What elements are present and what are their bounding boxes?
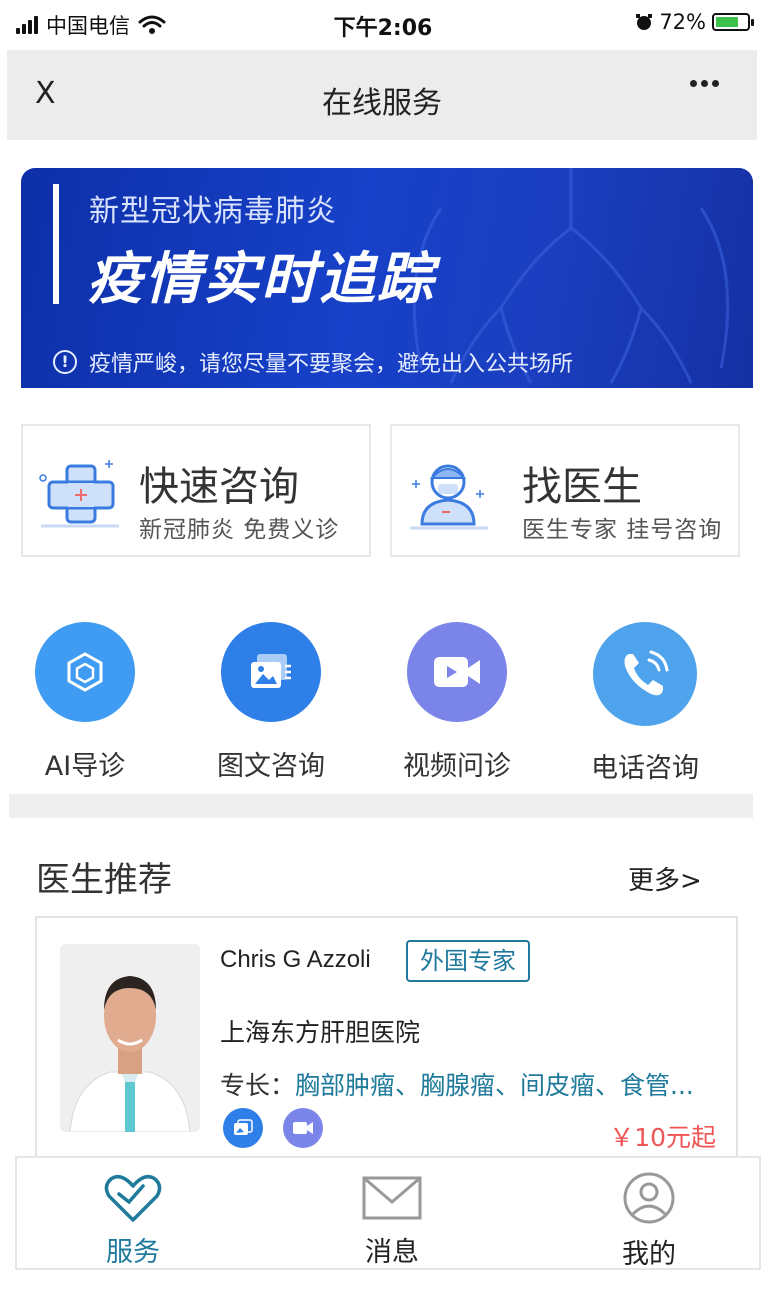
- tab-service[interactable]: 服务: [33, 1158, 233, 1268]
- status-bar: 中国电信 下午2:06 72%: [0, 0, 766, 50]
- mail-icon: [362, 1176, 422, 1220]
- find-doctor-title: 找医生: [522, 464, 642, 510]
- service-phone-consult-label: 电话咨询: [591, 753, 699, 784]
- status-right: 72%: [635, 10, 754, 34]
- video-consult-mini-icon: [283, 1108, 323, 1148]
- doctor-icon: [410, 464, 488, 530]
- banner-title: 疫情实时追踪: [87, 247, 435, 312]
- service-video-consult[interactable]: 视频问诊: [372, 622, 542, 783]
- more-options-icon[interactable]: [690, 80, 719, 87]
- bottom-tab-bar: 服务 消息 我的: [15, 1156, 761, 1270]
- image-consult-mini-icon: [223, 1108, 263, 1148]
- section-divider: [9, 794, 753, 818]
- banner-subtitle: 新型冠状病毒肺炎: [89, 194, 337, 229]
- find-doctor-card[interactable]: 找医生 医生专家 挂号咨询: [390, 424, 740, 557]
- video-icon: [407, 622, 507, 722]
- tab-messages[interactable]: 消息: [292, 1158, 492, 1268]
- doctor-card[interactable]: Chris G Azzoli 外国专家 上海东方肝胆医院 专长：胸部肿瘤、胸腺瘤…: [35, 916, 738, 1158]
- info-icon: !: [53, 350, 77, 374]
- service-phone-consult[interactable]: 电话咨询: [560, 622, 730, 785]
- service-ai-guide-label: AI导诊: [44, 751, 126, 782]
- service-video-consult-label: 视频问诊: [403, 751, 511, 782]
- banner-notice: ! 疫情严峻，请您尽量不要聚会，避免出入公共场所: [53, 346, 573, 378]
- epidemic-banner[interactable]: 新型冠状病毒肺炎 疫情实时追踪 ! 疫情严峻，请您尽量不要聚会，避免出入公共场所: [21, 168, 753, 388]
- quick-consult-title: 快速咨询: [139, 464, 299, 510]
- tab-profile-label: 我的: [622, 1239, 676, 1270]
- phone-icon: [593, 622, 697, 726]
- service-image-consult-label: 图文咨询: [217, 751, 325, 782]
- banner-notice-text: 疫情严峻，请您尽量不要聚会，避免出入公共场所: [89, 352, 574, 377]
- section-title: 医生推荐: [36, 860, 172, 900]
- image-text-icon: [221, 622, 321, 722]
- find-doctor-subtitle: 医生专家 挂号咨询: [522, 517, 723, 543]
- tab-service-label: 服务: [106, 1237, 160, 1268]
- banner-accent-bar: [53, 184, 59, 304]
- battery-icon: [712, 13, 754, 31]
- medical-cross-icon: [39, 460, 119, 528]
- alarm-icon: [636, 14, 653, 30]
- more-link[interactable]: 更多>: [628, 860, 702, 897]
- quick-consult-subtitle: 新冠肺炎 免费义诊: [139, 517, 340, 543]
- tab-messages-label: 消息: [365, 1237, 419, 1268]
- doctor-specialty: 专长：胸部肿瘤、胸腺瘤、间皮瘤、食管...: [220, 1066, 694, 1102]
- page-title: 在线服务: [322, 86, 442, 121]
- user-icon: [623, 1172, 675, 1224]
- doctor-name: Chris G Azzoli: [220, 946, 371, 973]
- specialty-value: 胸部肿瘤、胸腺瘤、间皮瘤、食管...: [295, 1071, 694, 1100]
- service-image-consult[interactable]: 图文咨询: [186, 622, 356, 783]
- doctor-photo: [60, 944, 200, 1132]
- doctor-hospital: 上海东方肝胆医院: [220, 1018, 421, 1047]
- doctor-price: ￥10元起: [609, 1123, 716, 1152]
- tab-profile[interactable]: 我的: [549, 1158, 749, 1270]
- cube-icon: [35, 622, 135, 722]
- battery-percent: 72%: [659, 10, 706, 34]
- service-ai-guide[interactable]: AI导诊: [0, 622, 170, 783]
- title-bar: X 在线服务: [7, 50, 757, 140]
- quick-consult-card[interactable]: 快速咨询 新冠肺炎 免费义诊: [21, 424, 371, 557]
- doctor-badge: 外国专家: [406, 940, 530, 982]
- specialty-label: 专长：: [220, 1071, 296, 1100]
- heart-icon: [104, 1174, 162, 1222]
